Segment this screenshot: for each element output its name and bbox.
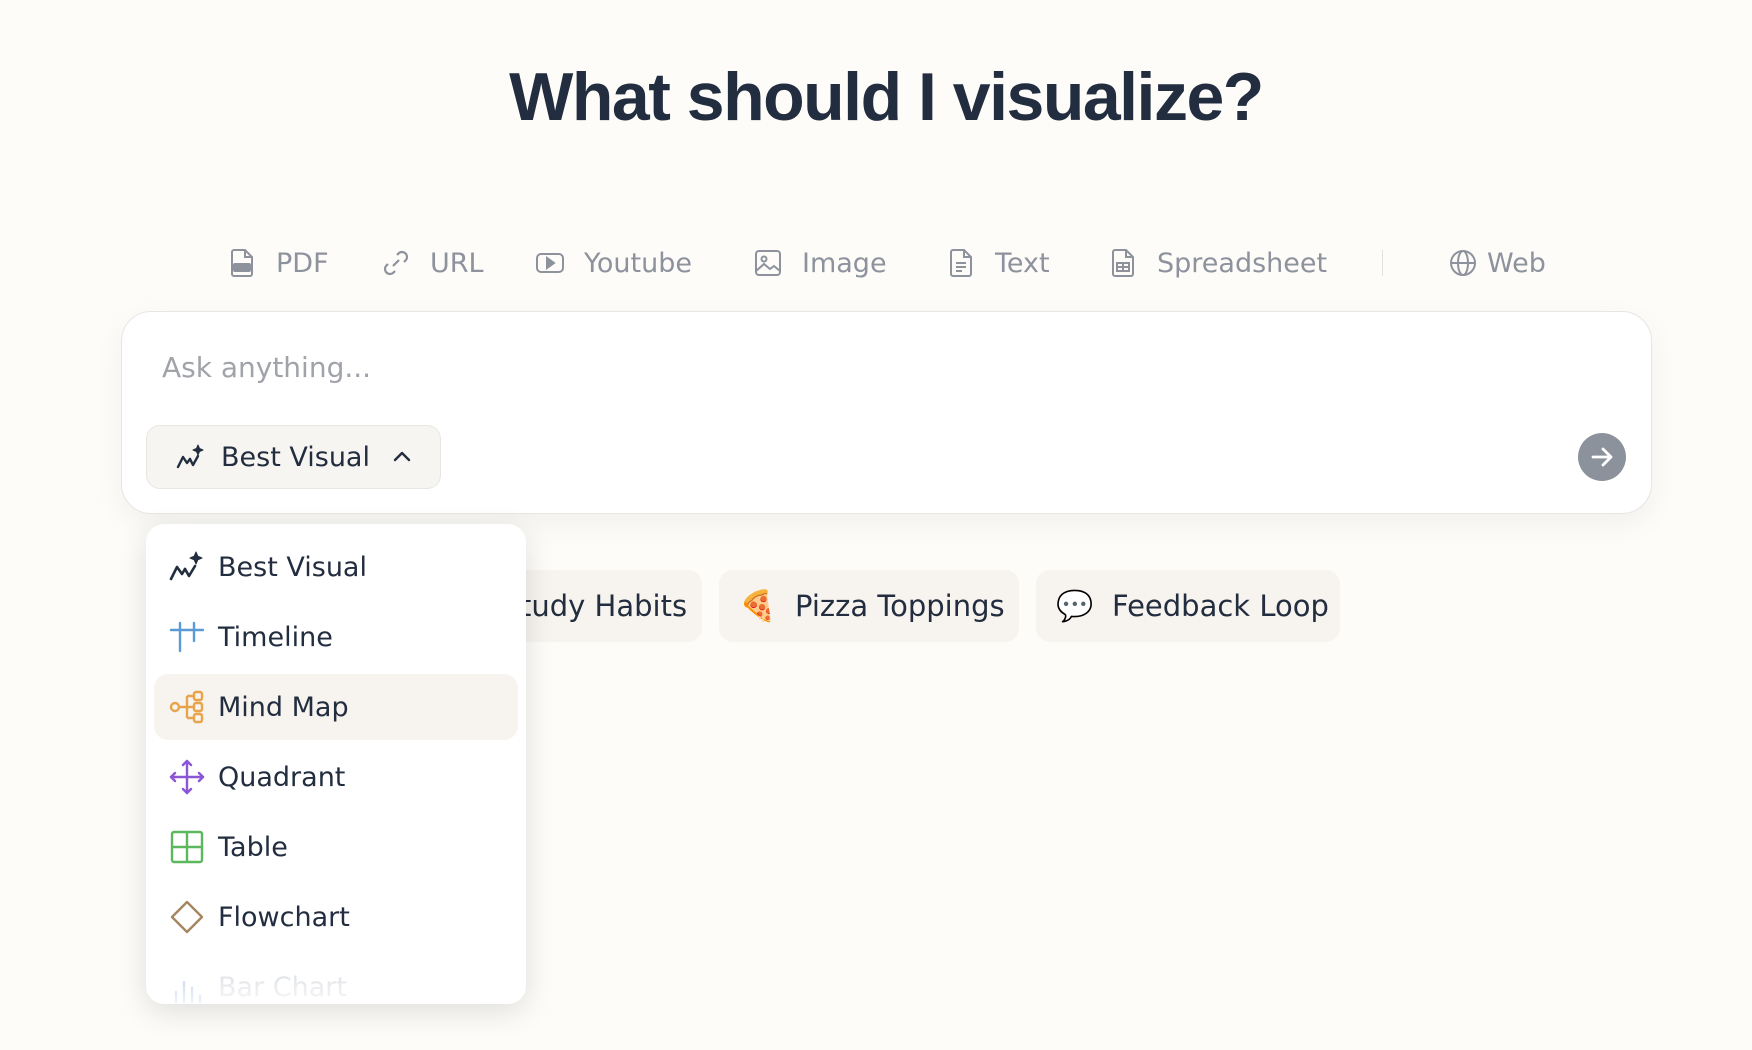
chip-label: Feedback Loop <box>1112 589 1329 623</box>
image-icon <box>755 250 781 276</box>
sparkle-chart-icon <box>176 444 204 469</box>
pdf-file-icon <box>231 249 253 277</box>
source-label: Youtube <box>584 247 692 279</box>
sparkle-chart-icon <box>169 551 203 581</box>
pizza-icon: 🍕 <box>739 588 777 624</box>
spreadsheet-icon <box>1112 249 1134 277</box>
timeline-icon <box>169 621 205 653</box>
suggestion-chip[interactable]: 🍕 Pizza Toppings <box>719 570 1019 642</box>
visual-type-label: Best Visual <box>221 441 370 473</box>
visual-type-dropdown: Best Visual Timeline Mind Map Quadrant T… <box>146 524 526 1004</box>
youtube-icon <box>536 253 564 273</box>
dropdown-item-label: Timeline <box>218 621 333 653</box>
speech-bubble-icon: 💬 <box>1056 588 1094 624</box>
source-youtube[interactable]: Youtube <box>534 238 692 288</box>
chip-label: tudy Habits <box>520 589 688 623</box>
table-icon <box>170 830 204 864</box>
dropdown-item-best-visual[interactable]: Best Visual <box>154 534 518 600</box>
visual-type-selector[interactable]: Best Visual <box>146 425 441 489</box>
dropdown-item-label: Bar Chart <box>218 971 347 1003</box>
arrow-right-icon <box>1591 447 1613 467</box>
prompt-box: Best Visual <box>121 311 1652 514</box>
dropdown-item-table[interactable]: Table <box>154 814 518 880</box>
quadrant-arrows-icon <box>169 759 205 795</box>
dropdown-item-label: Best Visual <box>218 551 367 583</box>
source-type-bar: PDF URL Youtube Image Text Spreadsheet W… <box>0 238 1752 288</box>
dropdown-item-mind-map[interactable]: Mind Map <box>154 674 518 740</box>
source-label: Web <box>1487 247 1546 279</box>
text-file-icon <box>950 249 972 277</box>
suggestion-chip[interactable]: 💬 Feedback Loop <box>1036 570 1340 642</box>
source-spreadsheet[interactable]: Spreadsheet <box>1107 238 1327 288</box>
send-button[interactable] <box>1578 433 1626 481</box>
source-text[interactable]: Text <box>945 238 1050 288</box>
dropdown-item-quadrant[interactable]: Quadrant <box>154 744 518 810</box>
source-url[interactable]: URL <box>380 238 484 288</box>
diamond-icon <box>170 900 204 934</box>
globe-icon <box>1450 250 1476 276</box>
source-label: Text <box>995 247 1050 279</box>
dropdown-item-bar-chart[interactable]: Bar Chart <box>154 954 518 1004</box>
source-label: PDF <box>276 247 329 279</box>
source-pdf[interactable]: PDF <box>226 238 329 288</box>
page-title: What should I visualize? <box>509 59 1264 135</box>
dropdown-item-label: Mind Map <box>218 691 349 723</box>
dropdown-item-flowchart[interactable]: Flowchart <box>154 884 518 950</box>
source-divider <box>1382 250 1383 276</box>
chevron-up-icon <box>393 451 411 462</box>
source-image[interactable]: Image <box>752 238 887 288</box>
prompt-input[interactable] <box>162 347 1462 387</box>
bar-chart-icon <box>174 980 202 1004</box>
link-icon <box>383 250 409 276</box>
mind-map-icon <box>169 690 204 724</box>
source-label: URL <box>430 247 484 279</box>
dropdown-item-timeline[interactable]: Timeline <box>154 604 518 670</box>
dropdown-item-label: Flowchart <box>218 901 350 933</box>
source-label: Spreadsheet <box>1157 247 1328 279</box>
dropdown-item-label: Quadrant <box>218 761 346 793</box>
source-label: Image <box>802 247 887 279</box>
source-web[interactable]: Web <box>1447 238 1546 288</box>
dropdown-item-label: Table <box>218 831 288 863</box>
chip-label: Pizza Toppings <box>795 589 1005 623</box>
